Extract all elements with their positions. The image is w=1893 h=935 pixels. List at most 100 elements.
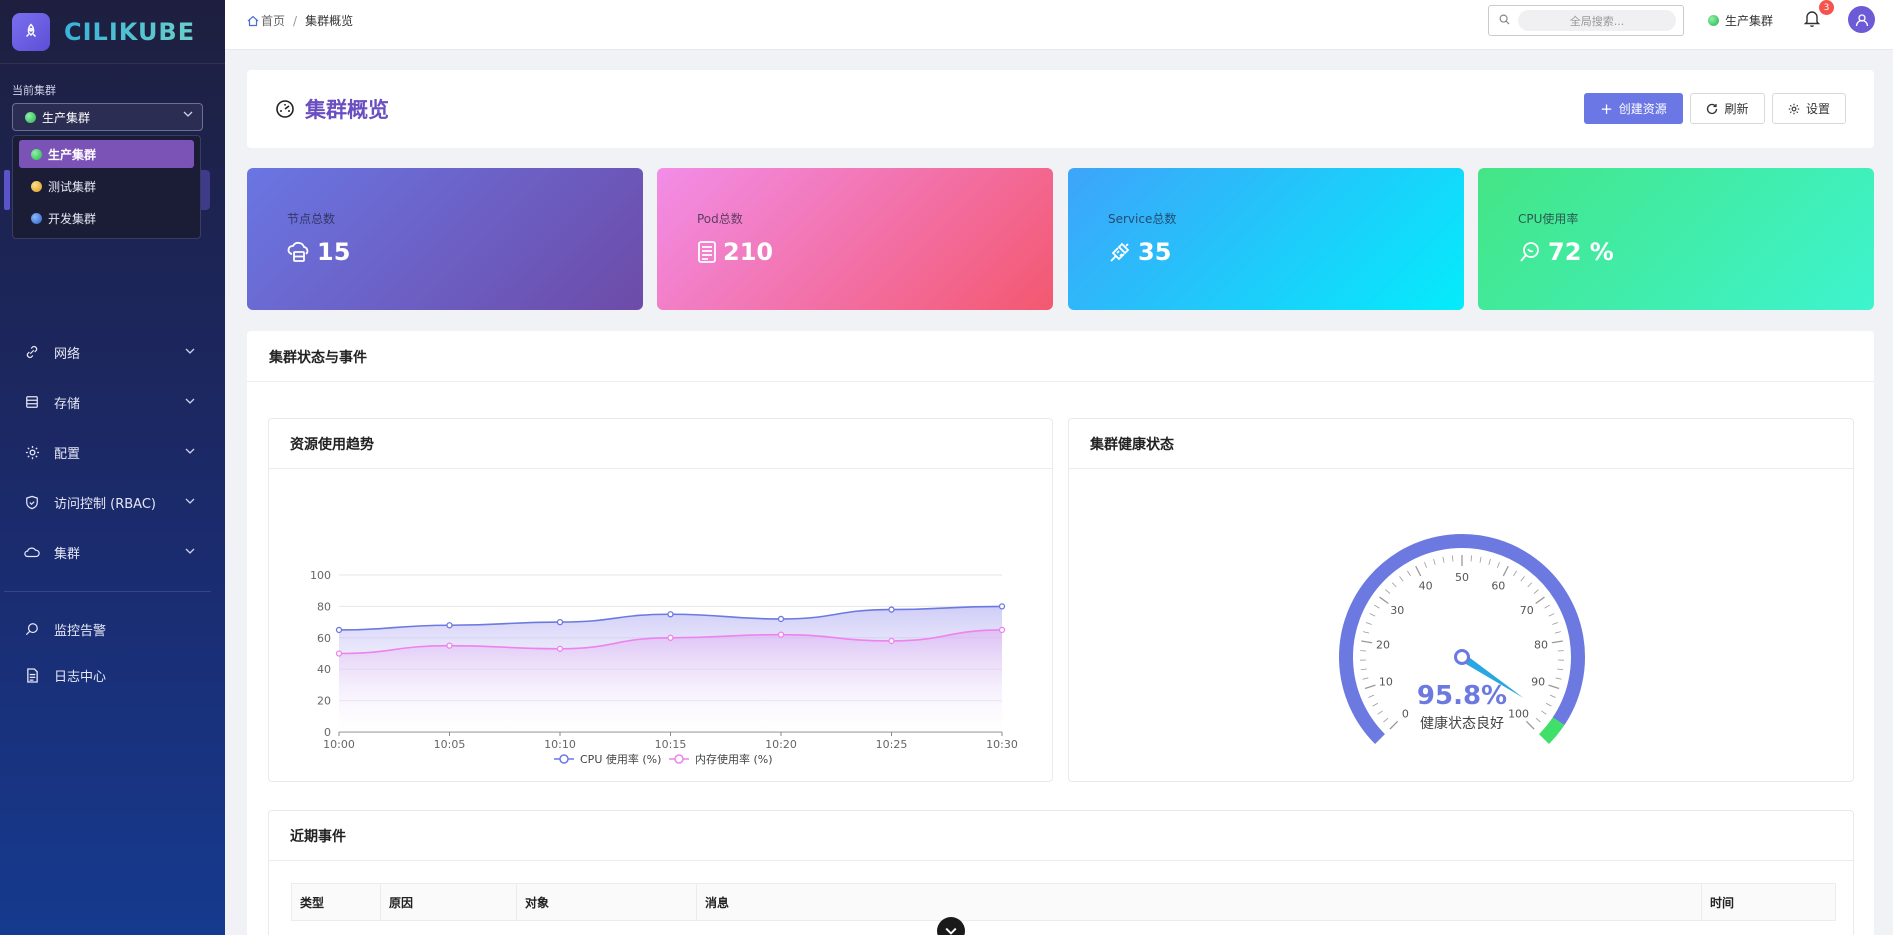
settings-button[interactable]: 设置	[1772, 93, 1846, 124]
gauge-tick	[1391, 582, 1397, 588]
search-icon	[1499, 14, 1510, 28]
breadcrumb: 首页 / 集群概览	[247, 12, 353, 29]
legend-label: 内存使用率 (%)	[695, 752, 773, 766]
data-point	[888, 637, 895, 645]
stat-card-pods[interactable]: Pod总数 210	[657, 168, 1053, 310]
gauge-tick	[1363, 631, 1370, 634]
gauge-tick	[1442, 556, 1445, 563]
active-menu-indicator	[4, 170, 10, 210]
gauge-status-text: 健康状态良好	[1420, 715, 1504, 732]
sidebar-item-network[interactable]: 网络	[0, 332, 225, 372]
app-logo[interactable]: CILIKUBE	[0, 0, 225, 64]
gauge-tick	[1415, 565, 1422, 577]
sidebar-item-label: 集群	[54, 546, 81, 562]
sidebar-item-label: 网络	[54, 346, 81, 362]
stat-value: 72 %	[1548, 238, 1614, 266]
divider	[269, 860, 1853, 861]
column-header[interactable]: 原因	[381, 884, 517, 920]
status-panel-title: 集群状态与事件	[269, 350, 367, 366]
cluster-option-prod[interactable]: 生产集群	[19, 140, 194, 168]
gauge-tick	[1385, 589, 1391, 594]
sidebar-item-logs[interactable]: 日志中心	[0, 655, 225, 695]
current-cluster-label: 当前集群	[12, 84, 56, 97]
avatar[interactable]	[1848, 6, 1875, 33]
cluster-option-test[interactable]: 测试集群	[19, 172, 194, 200]
pod-icon	[697, 240, 717, 264]
cluster-option-label: 开发集群	[48, 211, 97, 226]
sidebar-item-storage[interactable]: 存储	[0, 382, 225, 422]
document-icon	[24, 667, 40, 683]
column-header[interactable]: 类型	[292, 884, 381, 920]
sidebar-item-label: 存储	[54, 396, 81, 412]
gauge-tick	[1555, 677, 1562, 680]
table-header: 类型 原因 对象 消息 时间	[292, 884, 1835, 920]
column-header[interactable]: 对象	[517, 884, 697, 920]
status-dot-icon	[1708, 15, 1719, 26]
stat-card-nodes[interactable]: 节点总数 15	[247, 168, 643, 310]
stat-card-services[interactable]: Service总数 35	[1068, 168, 1464, 310]
health-card-title: 集群健康状态	[1090, 437, 1174, 453]
data-point	[556, 645, 564, 652]
trend-card-title: 资源使用趋势	[290, 437, 374, 453]
cluster-option-label: 测试集群	[48, 179, 97, 194]
column-header[interactable]: 时间	[1702, 884, 1835, 920]
gauge-tick-label: 40	[1419, 580, 1433, 593]
status-dot-icon	[31, 148, 42, 160]
data-point	[446, 642, 453, 649]
gauge-tick	[1364, 684, 1376, 690]
refresh-button[interactable]: 刷新	[1690, 93, 1765, 124]
x-tick-label: 10:05	[434, 738, 466, 751]
data-point	[998, 603, 1006, 610]
gauge-tick	[1527, 582, 1533, 588]
events-card: 近期事件 类型 原因 对象 消息 时间	[268, 810, 1854, 935]
gauge-value: 95.8%	[1417, 681, 1507, 711]
gauge-tick	[1554, 631, 1561, 634]
cluster-dropdown: 生产集群 测试集群 开发集群	[12, 135, 201, 239]
rocket-icon	[12, 12, 50, 51]
chevron-down-icon	[185, 346, 195, 359]
stat-label: CPU使用率	[1518, 212, 1579, 226]
chevron-down-icon	[185, 496, 195, 509]
events-card-title: 近期事件	[290, 829, 346, 845]
y-tick-label: 60	[317, 632, 331, 645]
stat-label: 节点总数	[287, 212, 336, 226]
cluster-select-value: 生产集群	[42, 110, 91, 125]
x-tick-label: 10:30	[986, 738, 1018, 751]
sidebar-divider	[4, 591, 211, 592]
legend-label: CPU 使用率 (%)	[580, 752, 661, 766]
data-point	[667, 611, 674, 618]
breadcrumb-home-label: 首页	[261, 14, 286, 28]
gauge-tick	[1549, 694, 1556, 698]
sidebar-item-rbac[interactable]: 访问控制 (RBAC)	[0, 482, 225, 522]
data-point	[888, 606, 895, 613]
events-table: 类型 原因 对象 消息 时间	[291, 883, 1836, 921]
sidebar-item-label: 访问控制 (RBAC)	[54, 496, 156, 512]
breadcrumb-home[interactable]: 首页	[247, 12, 285, 29]
create-resource-button[interactable]: + 创建资源	[1584, 93, 1683, 124]
cloud-icon	[24, 546, 40, 558]
gauge-tick-label: 70	[1520, 604, 1534, 617]
topbar-cluster-indicator[interactable]: 生产集群	[1708, 12, 1773, 29]
stat-card-cpu[interactable]: CPU使用率 72 %	[1478, 168, 1874, 310]
bell-icon[interactable]	[1803, 10, 1822, 28]
data-point	[335, 626, 343, 634]
gauge-tick	[1379, 596, 1389, 605]
sidebar-item-config[interactable]: 配置	[0, 432, 225, 472]
gauge-tick	[1544, 604, 1550, 609]
gauge-tick	[1362, 677, 1369, 680]
breadcrumb-separator: /	[293, 13, 298, 28]
sidebar-item-monitoring[interactable]: 监控告警	[0, 609, 225, 649]
search-input[interactable]: 全局搜索...	[1518, 10, 1676, 31]
topbar-cluster-name: 生产集群	[1725, 14, 1774, 28]
cluster-option-dev[interactable]: 开发集群	[19, 204, 194, 232]
gauge-tick	[1360, 668, 1367, 671]
global-search[interactable]: 全局搜索...	[1488, 5, 1684, 36]
column-header[interactable]: 消息	[697, 884, 1702, 920]
gauge-tick	[1479, 556, 1482, 563]
stat-label: Pod总数	[697, 212, 743, 226]
sidebar-item-cluster[interactable]: 集群	[0, 532, 225, 572]
cluster-select[interactable]: 生产集群	[12, 103, 203, 131]
trend-card: 资源使用趋势 0 20 40 60 80 100 10:00 10:05 10:10 10:15 1…	[268, 418, 1053, 782]
gauge-tick-label: 100	[1508, 708, 1529, 721]
sidebar-item-label: 配置	[54, 446, 81, 462]
